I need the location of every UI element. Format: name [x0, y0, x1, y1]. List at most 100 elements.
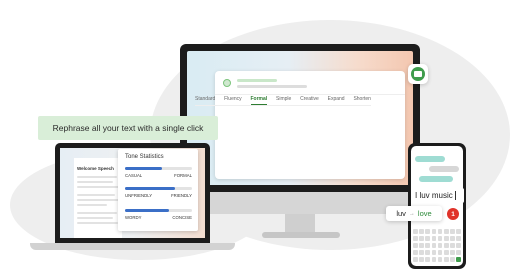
keyboard-key[interactable] — [431, 236, 437, 242]
document-line — [77, 186, 119, 188]
tone-bar — [125, 167, 192, 170]
keyboard-key[interactable] — [425, 250, 431, 256]
laptop-base — [30, 243, 235, 250]
document-line — [77, 181, 113, 183]
keyboard-key[interactable] — [425, 257, 431, 263]
keyboard-key[interactable] — [419, 243, 424, 249]
tab-formal[interactable]: Formal — [250, 96, 268, 105]
robot-icon-glyph — [411, 67, 425, 81]
keyboard-key[interactable] — [456, 229, 461, 234]
tone-labels: WORDY CONCISE — [125, 215, 192, 220]
robot-icon[interactable] — [408, 64, 428, 84]
monitor-stand — [285, 214, 315, 232]
keyboard-key[interactable] — [419, 236, 424, 242]
keyboard-key[interactable] — [443, 229, 449, 234]
document-title: Welcome Speech — [77, 166, 114, 171]
keyboard-key[interactable] — [443, 250, 449, 256]
keyboard-key[interactable] — [450, 229, 455, 234]
keyboard-key[interactable] — [443, 243, 449, 249]
keyboard-key[interactable] — [425, 236, 431, 242]
keyboard-key[interactable] — [413, 229, 418, 234]
app-header — [215, 71, 405, 95]
monitor-base — [262, 232, 340, 238]
keyboard-key[interactable] — [437, 229, 443, 234]
tab-creative[interactable]: Creative — [300, 96, 319, 105]
keyboard-key[interactable] — [413, 257, 418, 263]
chat-bubble — [415, 156, 445, 162]
keyboard-key[interactable] — [437, 257, 443, 263]
keyboard-key[interactable] — [425, 243, 431, 249]
tone-labels: UNFRIENDLY FRIENDLY — [125, 193, 192, 198]
tone-label-right: FRIENDLY — [171, 193, 192, 198]
document-line — [77, 212, 117, 214]
tab-standard[interactable]: Standard — [195, 96, 215, 105]
divider — [195, 105, 371, 106]
document-line — [77, 217, 113, 219]
keyboard-key[interactable] — [450, 257, 455, 263]
monitor-chin — [180, 192, 420, 214]
keyboard-key[interactable] — [419, 257, 424, 263]
tab-expand[interactable]: Expand — [328, 96, 345, 105]
keyboard-key[interactable] — [450, 243, 455, 249]
keyboard-key[interactable] — [456, 243, 461, 249]
tone-label-left: WORDY — [125, 215, 142, 220]
correction-suggestion[interactable]: luv → love — [386, 206, 442, 221]
mode-tabs: Standard Fluency Formal Simple Creative … — [195, 96, 371, 105]
tone-statistics-panel: Tone Statistics CASUAL FORMAL UNFRIENDLY… — [118, 149, 198, 231]
keyboard-key[interactable] — [456, 236, 461, 242]
tab-simple[interactable]: Simple — [276, 96, 291, 105]
message-input[interactable]: I luv music — [412, 188, 464, 203]
tone-bar — [125, 209, 192, 212]
document-line — [77, 194, 115, 196]
tone-label-right: CONCISE — [172, 215, 192, 220]
arrow-right-icon: → — [408, 210, 415, 217]
keyboard-key[interactable] — [437, 243, 443, 249]
keyboard-key[interactable] — [431, 250, 437, 256]
tab-shorten[interactable]: Shorten — [353, 96, 371, 105]
message-input-text: I luv music — [415, 191, 453, 200]
keyboard-key[interactable] — [443, 257, 449, 263]
keyboard-key[interactable] — [413, 243, 418, 249]
keyboard-key[interactable] — [450, 250, 455, 256]
tone-labels: CASUAL FORMAL — [125, 173, 192, 178]
monitor-screen: Standard Fluency Formal Simple Creative … — [187, 51, 413, 185]
keyboard-key[interactable] — [431, 229, 437, 234]
keyboard-key[interactable] — [425, 229, 431, 234]
keyboard-key[interactable] — [419, 250, 424, 256]
app-window — [215, 71, 405, 179]
keyboard-key[interactable] — [431, 243, 437, 249]
tone-panel-title: Tone Statistics — [125, 154, 164, 160]
keyboard-key[interactable] — [443, 236, 449, 242]
keyboard-key[interactable] — [431, 257, 437, 263]
document-page: Welcome Speech — [74, 158, 122, 238]
keyboard-key[interactable] — [419, 229, 424, 234]
keyboard-key-enter[interactable] — [456, 257, 461, 263]
document-line — [77, 176, 117, 178]
rephrase-banner[interactable]: Rephrase all your text with a single cli… — [38, 116, 218, 140]
document-line — [77, 199, 119, 201]
keyboard-key[interactable] — [413, 250, 418, 256]
avatar — [223, 79, 231, 87]
notification-badge: 1 — [447, 208, 459, 220]
tone-bar-fill — [125, 187, 176, 190]
tone-label-right: FORMAL — [174, 173, 192, 178]
document-line — [77, 204, 107, 206]
keyboard[interactable] — [413, 229, 461, 263]
tone-bar — [125, 187, 192, 190]
placeholder-line — [237, 85, 307, 88]
chat-bubble — [419, 176, 453, 182]
tone-label-left: UNFRIENDLY — [125, 193, 153, 198]
keyboard-key[interactable] — [450, 236, 455, 242]
keyboard-key[interactable] — [437, 236, 443, 242]
tone-bar-fill — [125, 209, 169, 212]
keyboard-key[interactable] — [456, 250, 461, 256]
tab-fluency[interactable]: Fluency — [224, 96, 242, 105]
keyboard-key[interactable] — [413, 236, 418, 242]
suggestion-original: luv — [396, 209, 406, 218]
text-caret — [454, 191, 456, 200]
placeholder-line — [237, 79, 277, 82]
tone-label-left: CASUAL — [125, 173, 143, 178]
chat-bubble — [429, 166, 459, 172]
keyboard-key[interactable] — [437, 250, 443, 256]
document-line — [77, 222, 118, 224]
